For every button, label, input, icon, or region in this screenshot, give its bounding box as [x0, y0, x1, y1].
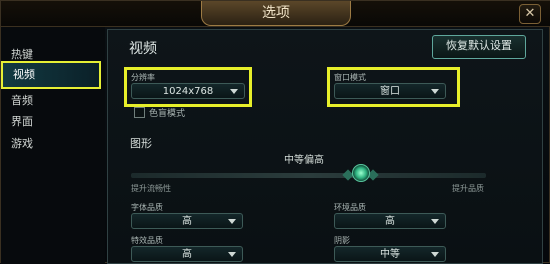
close-button[interactable]: ✕	[519, 4, 541, 24]
chevron-down-icon	[431, 89, 439, 94]
env-quality-label: 环境品质	[334, 203, 366, 212]
resolution-select[interactable]: 1024x768	[131, 83, 245, 99]
shadow-select[interactable]: 中等	[334, 246, 446, 262]
shadow-label: 阴影	[334, 236, 350, 245]
char-quality-label: 字体品质	[131, 203, 163, 212]
sidebar-item-audio[interactable]: 音频	[11, 92, 33, 108]
colorblind-label: 色盲模式	[149, 109, 186, 119]
colorblind-checkbox[interactable]	[134, 107, 145, 118]
window-mode-value: 窗口	[380, 86, 400, 97]
chevron-down-icon	[431, 219, 439, 224]
chevron-down-icon	[230, 89, 238, 94]
sidebar-item-video[interactable]: 视频	[1, 61, 101, 89]
chevron-down-icon	[228, 219, 236, 224]
effects-quality-select[interactable]: 高	[131, 246, 243, 262]
options-window: 选项 ✕ 热键 视频 音频 界面 游戏 视频 恢复默认设置 分辨率 1024x7…	[0, 0, 550, 264]
slider-right-label: 提升品质	[452, 184, 484, 193]
resolution-value: 1024x768	[162, 86, 214, 97]
resolution-label: 分辨率	[131, 73, 155, 82]
shadow-value: 中等	[380, 249, 400, 260]
chevron-down-icon	[431, 252, 439, 257]
window-mode-label: 窗口模式	[334, 73, 366, 82]
env-quality-value: 高	[385, 216, 395, 227]
slider-handle[interactable]	[352, 164, 370, 182]
env-quality-select[interactable]: 高	[334, 213, 446, 229]
title-bar: 选项 ✕	[1, 1, 550, 27]
sidebar-item-interface[interactable]: 界面	[11, 113, 33, 129]
close-icon: ✕	[524, 6, 536, 21]
sidebar-item-game[interactable]: 游戏	[11, 135, 33, 151]
reset-defaults-button[interactable]: 恢复默认设置	[432, 35, 526, 59]
window-title: 选项	[201, 1, 351, 26]
graphics-title: 图形	[130, 137, 152, 150]
char-quality-value: 高	[182, 216, 192, 227]
slider-left-label: 提升流畅性	[131, 184, 171, 193]
graphics-quality-value: 中等偏高	[284, 155, 324, 166]
char-quality-select[interactable]: 高	[131, 213, 243, 229]
page-title: 视频	[129, 41, 157, 57]
graphics-quality-slider[interactable]	[131, 173, 486, 178]
sidebar: 热键 视频 音频 界面 游戏	[1, 27, 105, 264]
window-mode-select[interactable]: 窗口	[334, 83, 446, 99]
chevron-down-icon	[228, 252, 236, 257]
sidebar-item-hotkeys[interactable]: 热键	[11, 46, 33, 62]
effects-quality-value: 高	[182, 249, 192, 260]
effects-quality-label: 特效品质	[131, 236, 163, 245]
